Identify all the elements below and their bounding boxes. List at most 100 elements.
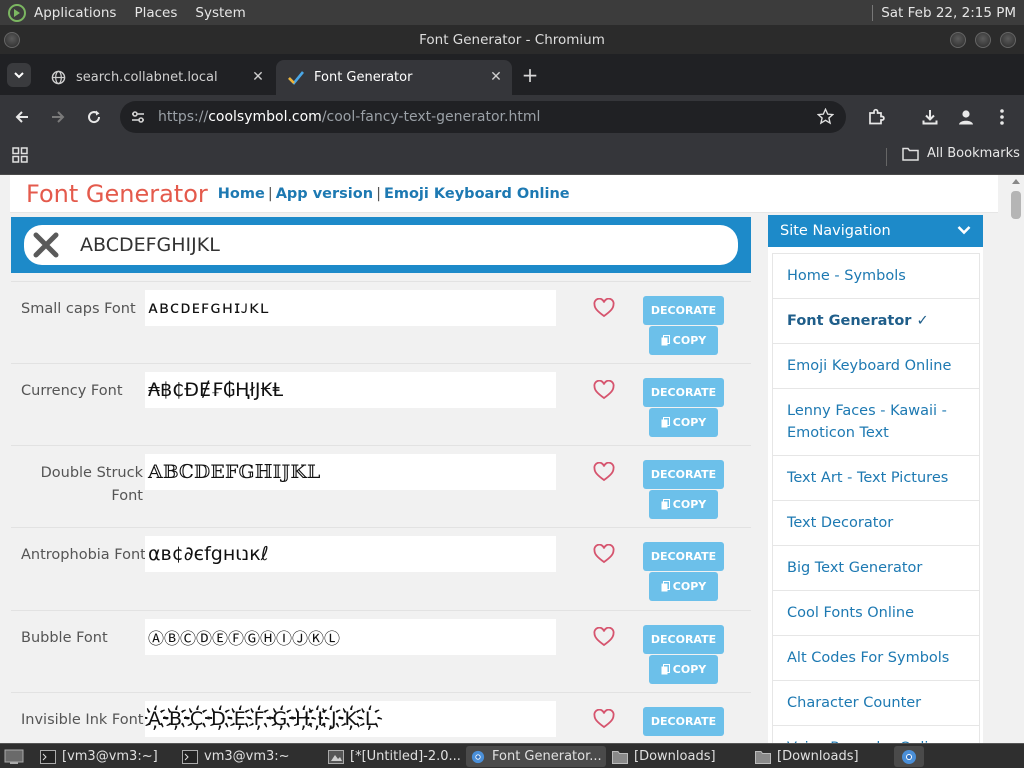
site-logo[interactable]: Font Generator [26,180,208,208]
nav-item[interactable]: Text Art - Text Pictures [773,456,979,501]
page-viewport: Font Generator Home | App version | Emoj… [0,175,1024,743]
all-bookmarks-button[interactable]: All Bookmarks [902,146,1020,161]
link-app-version[interactable]: App version [276,186,373,202]
decorate-button[interactable]: DECORATE [643,378,724,407]
copy-button[interactable]: COPY [649,655,718,684]
decorate-button[interactable]: DECORATE [643,296,724,325]
downloads-button[interactable] [918,105,942,129]
font-sample[interactable]: 𝔸𝔹ℂ𝔻𝔼𝔽𝔾ℍ𝕀𝕁𝕂𝕃 [145,454,556,490]
link-home[interactable]: Home [218,186,265,202]
panel-separator [872,4,874,21]
kebab-menu-icon [1000,109,1004,125]
back-button[interactable] [10,105,34,129]
copy-button[interactable]: COPY [649,408,718,437]
nav-item[interactable]: Lenny Faces - Kawaii - Emoticon Text [773,389,979,456]
nav-item[interactable]: Font Generator ✓ [773,299,979,344]
extensions-button[interactable] [864,105,888,129]
copy-button[interactable]: COPY [649,490,718,519]
menu-system[interactable]: System [195,5,245,21]
chromium-icon [471,750,485,763]
panel-clock[interactable]: Sat Feb 22, 2:15 PM [881,5,1016,21]
site-navigation-title: Site Navigation [780,223,891,239]
copy-label: COPY [672,334,707,347]
nav-item[interactable]: Big Text Generator [773,546,979,591]
chevron-down-icon[interactable] [957,223,971,239]
folder-icon [902,147,919,161]
tab-search-button[interactable] [7,63,31,87]
show-desktop-button[interactable] [4,746,32,767]
decorate-button[interactable]: DECORATE [643,460,724,489]
nav-item[interactable]: Cool Fonts Online [773,591,979,636]
taskbar-item-terminal-2[interactable]: vm3@vm3:~ [182,746,322,767]
profile-button[interactable] [954,105,978,129]
taskbar-item-downloads-1[interactable]: [Downloads] [612,746,747,767]
clear-x-icon[interactable] [32,231,60,259]
heart-icon[interactable] [593,297,615,318]
font-sample[interactable]: ⒶⒷⒸⒹⒺⒻⒼⒽⒾⒿⓀⓁ [145,619,556,655]
page-scrollbar[interactable] [1008,175,1024,743]
scroll-up-arrow-icon[interactable] [1012,179,1020,184]
nav-item[interactable]: Emoji Keyboard Online [773,344,979,389]
heart-icon[interactable] [593,461,615,482]
minimize-button[interactable] [950,32,966,48]
address-bar[interactable]: https:// coolsymbol.com /cool-fancy-text… [120,101,846,133]
nav-item[interactable]: Voice Recorder Online [773,726,979,743]
heart-icon[interactable] [593,543,615,564]
download-icon [922,110,938,125]
close-window-button[interactable] [1000,32,1016,48]
copy-button[interactable]: COPY [649,326,718,355]
font-sample[interactable]: A҉B҉C҉D҉E҉F҉G҉H҉I҉J҉K҉L҉ [145,701,556,737]
taskbar-item-label: [Downloads] [777,749,859,764]
taskbar-item-chromium[interactable]: Font Generator... [466,746,606,767]
new-tab-button[interactable]: + [520,65,540,86]
url-path: /cool-fancy-text-generator.html [321,109,541,125]
copy-icon [661,581,670,592]
heart-icon[interactable] [593,708,615,729]
taskbar-item-label: [Downloads] [634,749,716,764]
text-input-panel: ABCDEFGHIJKL [11,217,751,273]
font-text-input[interactable]: ABCDEFGHIJKL [24,225,738,265]
decorate-button[interactable]: DECORATE [643,625,724,654]
reload-button[interactable] [82,105,106,129]
maximize-button[interactable] [975,32,991,48]
scrollbar-thumb[interactable] [1011,191,1021,219]
heart-icon[interactable] [593,626,615,647]
link-emoji-keyboard[interactable]: Emoji Keyboard Online [384,186,570,202]
close-tab-icon[interactable]: ✕ [250,69,266,85]
input-value[interactable]: ABCDEFGHIJKL [80,234,220,256]
window-menu-button[interactable] [4,32,20,48]
font-row-invisible-ink: Invisible Ink Font A҉B҉C҉D҉E҉F҉G҉H҉I҉J҉K… [11,692,751,743]
taskbar-item-image-editor[interactable]: [*[Untitled]-2.0... [328,746,463,767]
apps-grid-icon[interactable] [12,147,28,167]
tab-font-generator[interactable]: Font Generator ✕ [276,60,512,95]
copy-button[interactable]: COPY [649,572,718,601]
taskbar-tray-chromium[interactable] [894,746,924,767]
bookmark-star-icon[interactable] [816,107,835,129]
decorate-button[interactable]: DECORATE [643,542,724,571]
puzzle-icon [869,108,885,125]
window-titlebar[interactable]: Font Generator - Chromium [0,25,1024,54]
menu-places[interactable]: Places [134,5,177,21]
font-sample[interactable]: ᴀʙᴄᴅᴇꜰɢʜɪᴊᴋʟ [145,290,556,326]
forward-button[interactable] [46,105,70,129]
font-sample[interactable]: ₳฿₵ĐɆ₣₲ⱧłJ₭Ⱡ [145,372,556,408]
close-tab-icon[interactable]: ✕ [488,69,504,85]
menu-applications[interactable]: Applications [34,5,116,21]
taskbar-item-label: vm3@vm3:~ [204,749,290,764]
nav-item[interactable]: Home - Symbols [773,254,979,299]
decorate-button[interactable]: DECORATE [643,707,724,736]
site-info-icon[interactable] [130,109,146,125]
nav-item[interactable]: Character Counter [773,681,979,726]
nav-item[interactable]: Text Decorator [773,501,979,546]
nav-item[interactable]: Alt Codes For Symbols [773,636,979,681]
site-navigation-header[interactable]: Site Navigation [768,215,983,247]
site-navigation: Site Navigation Home - Symbols Font Gener… [768,215,983,743]
heart-icon[interactable] [593,379,615,400]
tab-search-collabnet[interactable]: search.collabnet.local ✕ [38,60,274,95]
taskbar-item-downloads-2[interactable]: [Downloads] [755,746,890,767]
browser-menu-button[interactable] [990,105,1014,129]
arrow-right-icon [52,111,65,123]
font-sample[interactable]: αв¢∂єfgнιנкℓ [145,536,556,572]
taskbar-item-terminal-1[interactable]: [vm3@vm3:~] [40,746,175,767]
distro-logo-icon[interactable] [6,2,28,24]
